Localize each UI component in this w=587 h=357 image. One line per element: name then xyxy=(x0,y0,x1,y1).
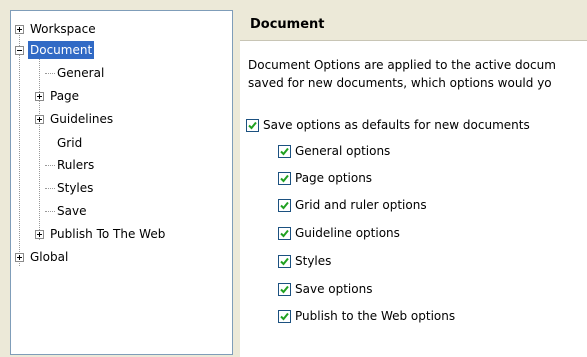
tree-item-label: Grid xyxy=(57,136,83,150)
checkbox-checked-icon[interactable] xyxy=(278,198,291,212)
checkbox-label: Save options as defaults for new documen… xyxy=(263,118,530,132)
tree-connector xyxy=(45,73,55,74)
tree-item-label: Global xyxy=(30,250,69,264)
save-defaults-checkbox[interactable]: Save options as defaults for new documen… xyxy=(246,116,530,134)
tree-item-page[interactable]: Page xyxy=(48,87,81,105)
checkbox-label: Save options xyxy=(295,282,373,296)
expand-icon[interactable] xyxy=(15,25,24,34)
checkbox-checked-icon[interactable] xyxy=(278,226,291,240)
tree-item-global[interactable]: Global xyxy=(28,248,70,266)
tree-item-guidelines[interactable]: Guidelines xyxy=(48,110,115,128)
tree-connector xyxy=(19,29,20,266)
tree-item-publish-to-the-web[interactable]: Publish To The Web xyxy=(48,225,167,243)
tree-item-document[interactable]: Document xyxy=(28,41,95,59)
document-options-panel: Document Document Options are applied to… xyxy=(240,10,587,357)
save-options-checkbox[interactable]: Save options xyxy=(278,280,372,298)
tree-connector xyxy=(45,188,55,189)
checkbox-checked-icon[interactable] xyxy=(278,144,291,158)
tree-item-label: Document xyxy=(28,41,95,59)
tree-item-label: Styles xyxy=(57,181,94,195)
tree-item-rulers[interactable]: Rulers xyxy=(55,156,96,174)
checkbox-checked-icon[interactable] xyxy=(278,309,291,323)
tree-item-workspace[interactable]: Workspace xyxy=(28,20,98,38)
checkbox-label: General options xyxy=(295,144,391,158)
general-options-checkbox[interactable]: General options xyxy=(278,142,390,160)
checkbox-checked-icon[interactable] xyxy=(278,254,291,268)
checkbox-label: Guideline options xyxy=(295,226,400,240)
checkbox-label: Page options xyxy=(295,171,373,185)
tree-item-styles[interactable]: Styles xyxy=(55,179,95,197)
tree-item-label: General xyxy=(57,66,105,80)
page-options-checkbox[interactable]: Page options xyxy=(278,169,372,187)
expand-icon[interactable] xyxy=(35,230,44,239)
expand-icon[interactable] xyxy=(35,92,44,101)
tree-item-label: Publish To The Web xyxy=(50,227,166,241)
tree-item-label: Workspace xyxy=(30,22,96,36)
description-line: saved for new documents, which options w… xyxy=(248,76,552,90)
panel-title: Document xyxy=(240,10,587,41)
checkbox-checked-icon[interactable] xyxy=(278,282,291,296)
panel-description: Document Options are applied to the acti… xyxy=(248,56,587,92)
expand-icon[interactable] xyxy=(15,253,24,262)
guideline-options-checkbox[interactable]: Guideline options xyxy=(278,224,400,242)
tree-item-label: Save xyxy=(57,204,87,218)
checkbox-checked-icon[interactable] xyxy=(278,171,291,185)
tree-item-label: Rulers xyxy=(57,158,95,172)
checkbox-label: Grid and ruler options xyxy=(295,198,427,212)
description-line: Document Options are applied to the acti… xyxy=(248,58,556,72)
tree-item-label: Page xyxy=(50,89,80,103)
tree-item-save[interactable]: Save xyxy=(55,202,88,220)
grid-ruler-options-checkbox[interactable]: Grid and ruler options xyxy=(278,196,427,214)
checkbox-label: Publish to the Web options xyxy=(295,309,456,323)
tree-connector xyxy=(45,165,55,166)
tree-item-label: Guidelines xyxy=(50,112,114,126)
tree-connector xyxy=(45,211,55,212)
collapse-icon[interactable] xyxy=(15,46,24,55)
checkbox-label: Styles xyxy=(295,254,332,268)
options-tree[interactable]: Workspace Document General Page Guidelin… xyxy=(10,10,233,355)
expand-icon[interactable] xyxy=(35,115,44,124)
checkbox-checked-icon[interactable] xyxy=(246,118,259,132)
publish-web-options-checkbox[interactable]: Publish to the Web options xyxy=(278,307,455,325)
tree-connector xyxy=(39,55,40,240)
tree-item-grid[interactable]: Grid xyxy=(55,134,84,152)
tree-item-general[interactable]: General xyxy=(55,64,106,82)
styles-checkbox[interactable]: Styles xyxy=(278,252,331,270)
